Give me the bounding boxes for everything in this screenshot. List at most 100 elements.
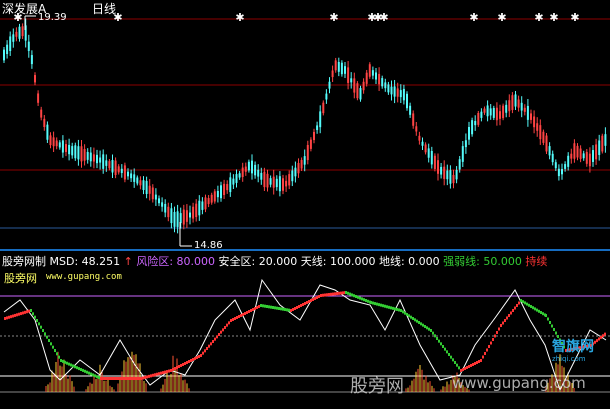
trend-dot: [162, 371, 164, 375]
trend-dot: [262, 304, 264, 308]
trend-dot: [470, 364, 472, 367]
trend-dot: [594, 340, 596, 344]
candle-body: [545, 135, 548, 152]
trend-dot: [46, 335, 48, 339]
candle-body: [204, 197, 207, 210]
candle-body: [263, 171, 266, 188]
trend-dot: [466, 366, 468, 369]
candle-body: [176, 211, 179, 227]
trend-dot: [526, 302, 528, 306]
candle-body: [573, 143, 576, 159]
trend-dot: [468, 365, 470, 368]
trend-dot: [188, 360, 190, 363]
trend-dot: [8, 315, 10, 319]
signal-star-8: ✱: [497, 11, 506, 24]
trend-dot: [540, 311, 542, 314]
trend-dot: [18, 312, 20, 316]
candle-body: [303, 156, 306, 165]
trend-dot: [384, 304, 386, 308]
trend-dot: [154, 373, 156, 377]
trend-dot: [300, 304, 302, 307]
legend-item-2: ↑: [120, 255, 133, 268]
trend-dot: [16, 313, 18, 317]
trend-dot: [266, 305, 268, 308]
trend-dot: [184, 362, 186, 365]
trend-dot: [92, 373, 94, 377]
trend-dot: [412, 317, 414, 320]
trend-dot: [72, 364, 74, 368]
trend-dot: [330, 292, 332, 296]
trend-dot: [66, 361, 68, 365]
candle-body: [412, 113, 415, 126]
trend-dot: [438, 339, 440, 343]
price-candlestick-chart[interactable]: ✱ ✱ ✱ ✱ ✱✱✱ ✱ ✱ ✱ ✱ ✱: [0, 0, 610, 409]
trend-dot: [200, 354, 202, 357]
trend-dot: [310, 299, 312, 302]
trend-dot: [248, 310, 250, 313]
candle-body: [365, 72, 368, 84]
trend-dot: [110, 377, 112, 380]
trend-dot: [30, 309, 32, 312]
candle-body: [30, 55, 33, 65]
trend-dot: [76, 366, 78, 370]
trend-dot: [210, 342, 212, 346]
candle-body: [195, 203, 198, 218]
candle-body: [554, 162, 557, 169]
candle-body: [282, 178, 284, 191]
candle-body: [334, 60, 337, 71]
candle-body: [567, 155, 570, 167]
trend-dot: [306, 301, 308, 304]
trend-dot: [226, 323, 228, 327]
candle-body: [598, 140, 601, 155]
trend-dot: [551, 324, 553, 328]
candle-body: [117, 166, 120, 173]
trend-dot: [204, 349, 206, 353]
trend-dot: [538, 309, 540, 313]
trend-dot: [294, 307, 296, 310]
trend-dot: [166, 370, 168, 374]
candle-body: [480, 111, 483, 118]
trend-dot: [432, 331, 434, 335]
trend-dot: [334, 292, 336, 296]
trend-dot: [520, 299, 522, 302]
trend-dot: [252, 308, 254, 311]
indicator-legend: 股旁网制 MSD: 48.251 ↑ 风险区: 80.000 安全区: 20.0…: [2, 253, 547, 269]
trend-dot: [414, 318, 416, 322]
trend-dot: [488, 345, 490, 348]
trend-dot: [22, 311, 24, 315]
trend-dot: [142, 376, 144, 380]
candle-body: [12, 34, 15, 42]
trend-dot: [464, 367, 466, 370]
candle-body: [99, 157, 102, 163]
trend-dot: [338, 291, 340, 295]
trend-dot: [146, 375, 148, 379]
candle-body: [604, 134, 607, 146]
candle-body: [83, 149, 86, 161]
trend-dot: [314, 297, 316, 300]
legend-item-6: 地线: 0.000: [375, 255, 440, 268]
candle-body: [213, 191, 216, 202]
candle-body: [371, 70, 374, 76]
candle-body: [533, 116, 536, 128]
corner-logo-sub: zhiqi.com: [552, 355, 586, 363]
signal-star-11: ✱: [570, 11, 579, 24]
trend-dot: [506, 316, 508, 320]
trend-dot: [408, 314, 410, 318]
period-label[interactable]: 日线: [92, 0, 116, 17]
candle-body: [474, 120, 477, 126]
trend-dot: [270, 305, 272, 309]
trend-dot: [56, 352, 58, 356]
candle-body: [526, 105, 529, 120]
trend-dot: [359, 296, 361, 300]
trend-dot: [224, 326, 226, 329]
trend-dot: [140, 377, 142, 380]
candle-body: [238, 173, 241, 178]
candle-body: [123, 165, 126, 180]
candle-body: [319, 111, 322, 128]
candle-body: [424, 144, 427, 153]
candle-body: [9, 36, 12, 52]
trend-dot: [424, 325, 426, 328]
candle-body: [179, 213, 182, 224]
candle-body: [588, 153, 591, 167]
trend-dot: [508, 314, 510, 317]
